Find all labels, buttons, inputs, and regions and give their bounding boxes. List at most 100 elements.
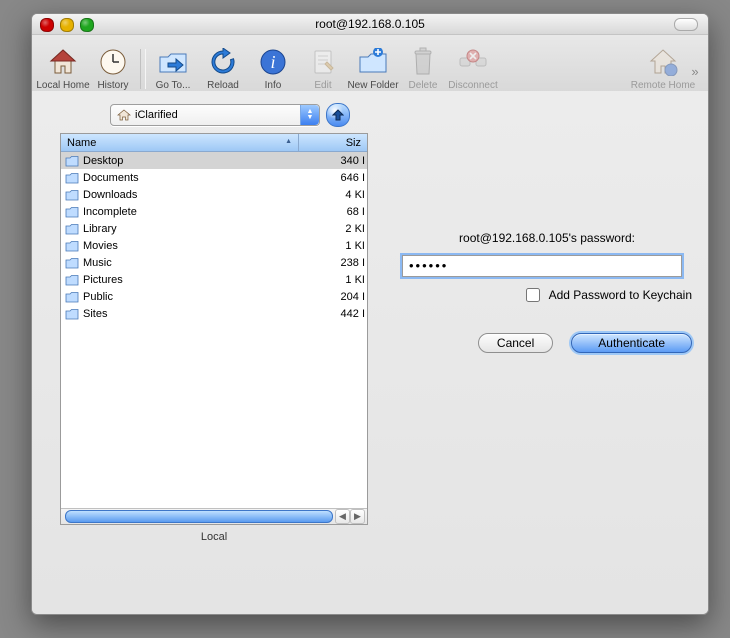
window-title: root@192.168.0.105 [32, 17, 708, 31]
edit-label: Edit [314, 80, 331, 91]
goto-icon [156, 45, 190, 79]
folder-icon [65, 189, 79, 201]
authenticate-button[interactable]: Authenticate [571, 333, 692, 353]
file-size: 238 I [309, 257, 367, 269]
edit-button: Edit [298, 45, 348, 91]
file-list: Name Siz Desktop340 IDocuments646 IDownl… [60, 133, 368, 525]
reload-label: Reload [207, 80, 239, 91]
history-label: History [97, 80, 128, 91]
table-row[interactable]: Pictures 1 KI [61, 271, 367, 288]
svg-text:i: i [270, 52, 275, 72]
folder-icon [65, 240, 79, 252]
file-size: 68 I [309, 206, 367, 218]
toolbar-separator [140, 49, 146, 89]
file-name: Sites [83, 308, 107, 320]
toolbar-overflow-icon[interactable]: » [688, 51, 702, 91]
reload-icon [206, 45, 240, 79]
home-icon [46, 45, 80, 79]
disconnect-button: Disconnect [448, 45, 498, 91]
file-name: Movies [83, 240, 118, 252]
edit-icon [306, 45, 340, 79]
go-up-button[interactable] [326, 103, 350, 127]
folder-icon [65, 155, 79, 167]
table-row[interactable]: Movies 1 KI [61, 237, 367, 254]
file-rows: Desktop340 IDocuments646 I Downloads 4 KI I… [61, 152, 367, 508]
file-name: Desktop [83, 155, 123, 167]
remote-home-button: Remote Home [638, 45, 688, 91]
new-folder-button[interactable]: New Folder [348, 45, 398, 91]
info-icon: i [256, 45, 290, 79]
toolbar-toggle-button[interactable] [674, 18, 698, 31]
new-folder-label: New Folder [347, 80, 398, 91]
file-name: Incomplete [83, 206, 137, 218]
file-name: Library [83, 223, 117, 235]
local-home-button[interactable]: Local Home [38, 45, 88, 91]
file-name: Music [83, 257, 112, 269]
folder-icon [65, 291, 79, 303]
cancel-button[interactable]: Cancel [478, 333, 553, 353]
folder-icon [65, 206, 79, 218]
file-size: 2 KI [309, 223, 367, 235]
keychain-row[interactable]: Add Password to Keychain [402, 285, 692, 305]
column-name[interactable]: Name [61, 134, 299, 151]
local-home-label: Local Home [36, 80, 89, 91]
file-name: Documents [83, 172, 139, 184]
table-row[interactable]: Incomplete 68 I [61, 203, 367, 220]
trash-icon [406, 45, 440, 79]
file-size: 204 I [309, 291, 367, 303]
goto-button[interactable]: Go To... [148, 45, 198, 91]
horizontal-scrollbar[interactable]: ◀ ▶ [61, 508, 367, 524]
folder-icon [65, 257, 79, 269]
app-window: root@192.168.0.105 Local Home History Go… [31, 13, 709, 615]
scroll-right-icon[interactable]: ▶ [350, 509, 365, 524]
table-row[interactable]: Music 238 I [61, 254, 367, 271]
window-body: iClarified ▲▼ Name Siz Desktop340 IDocum… [32, 91, 708, 614]
home-small-icon [117, 109, 131, 121]
file-size: 4 KI [309, 189, 367, 201]
folder-icon [65, 308, 79, 320]
folder-icon [65, 172, 79, 184]
folder-icon [65, 274, 79, 286]
table-row[interactable]: Sites442 I [61, 305, 367, 322]
table-row[interactable]: Documents646 I [61, 169, 367, 186]
folder-icon [65, 223, 79, 235]
file-name: Downloads [83, 189, 137, 201]
file-name: Public [83, 291, 113, 303]
clock-icon [96, 45, 130, 79]
disconnect-icon [456, 45, 490, 79]
goto-label: Go To... [156, 80, 191, 91]
pane-label: Local [60, 531, 368, 543]
scroll-left-icon[interactable]: ◀ [335, 509, 350, 524]
scrollbar-thumb[interactable] [65, 510, 333, 523]
local-pane: iClarified ▲▼ Name Siz Desktop340 IDocum… [60, 103, 368, 543]
toolbar: Local Home History Go To... Reload i Inf [32, 35, 708, 94]
table-row[interactable]: Downloads 4 KI [61, 186, 367, 203]
file-size: 1 KI [309, 240, 367, 252]
path-popup-label: iClarified [135, 109, 178, 121]
remote-home-label: Remote Home [631, 80, 695, 91]
keychain-checkbox[interactable] [526, 288, 540, 302]
delete-label: Delete [409, 80, 438, 91]
password-field[interactable] [402, 255, 682, 277]
table-row[interactable]: Public 204 I [61, 288, 367, 305]
reload-button[interactable]: Reload [198, 45, 248, 91]
column-size[interactable]: Siz [299, 134, 367, 151]
popup-arrows-icon: ▲▼ [300, 105, 319, 125]
keychain-label: Add Password to Keychain [549, 288, 692, 302]
titlebar: root@192.168.0.105 [32, 14, 708, 35]
info-button[interactable]: i Info [248, 45, 298, 91]
remote-home-icon [646, 45, 680, 79]
disconnect-label: Disconnect [448, 80, 497, 91]
path-popup[interactable]: iClarified ▲▼ [110, 104, 320, 126]
file-name: Pictures [83, 274, 123, 286]
auth-panel: root@192.168.0.105's password: Add Passw… [402, 231, 692, 353]
column-headers: Name Siz [61, 134, 367, 152]
table-row[interactable]: Library 2 KI [61, 220, 367, 237]
history-button[interactable]: History [88, 45, 138, 91]
table-row[interactable]: Desktop340 I [61, 152, 367, 169]
delete-button: Delete [398, 45, 448, 91]
new-folder-icon [356, 45, 390, 79]
file-size: 1 KI [309, 274, 367, 286]
password-prompt: root@192.168.0.105's password: [402, 231, 692, 245]
info-label: Info [265, 80, 282, 91]
